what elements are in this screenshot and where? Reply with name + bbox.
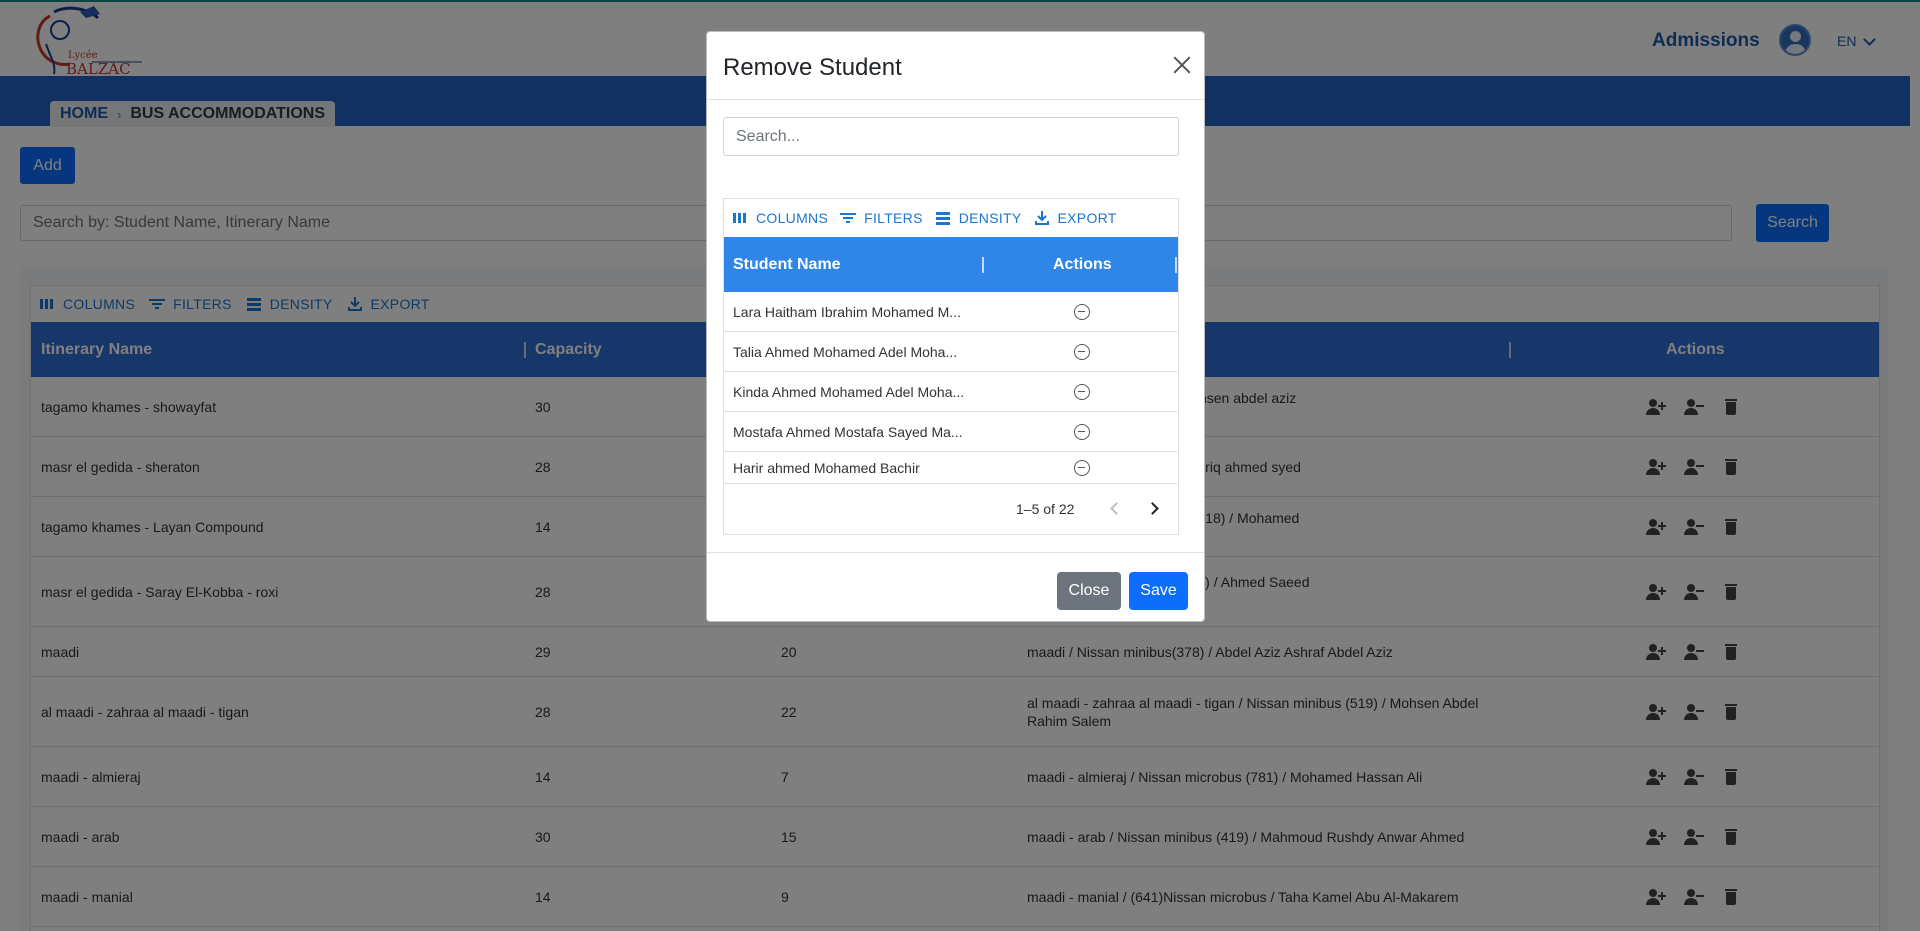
student-grid: COLUMNS FILTERS DENSITY EXPORT Student N… <box>723 198 1179 535</box>
remove-student-dialog: Remove Student Search... COLUMNS FILTERS… <box>706 31 1205 622</box>
filter-icon <box>840 213 857 223</box>
student-name-cell: Harir ahmed Mohamed Bachir <box>733 459 920 476</box>
student-name-cell: Kinda Ahmed Mohamed Adel Moha... <box>733 383 965 400</box>
dialog-header: Remove Student <box>707 32 1204 100</box>
pagination-text: 1–5 of 22 <box>1016 501 1075 517</box>
student-row[interactable]: Harir ahmed Mohamed Bachir <box>724 452 1178 483</box>
column-separator[interactable] <box>982 257 984 273</box>
save-button[interactable]: Save <box>1129 572 1188 610</box>
student-grid-header: Student Name Actions <box>724 237 1178 292</box>
remove-circle-icon[interactable] <box>1074 423 1090 440</box>
column-header-actions: Actions <box>1053 255 1112 273</box>
student-row[interactable]: Mostafa Ahmed Mostafa Sayed Ma... <box>724 412 1178 452</box>
chevron-right-icon[interactable] <box>1146 502 1159 515</box>
column-header-student-name[interactable]: Student Name <box>733 237 841 292</box>
remove-circle-icon[interactable] <box>1074 383 1090 400</box>
download-icon <box>1034 211 1049 225</box>
student-name-cell: Mostafa Ahmed Mostafa Sayed Ma... <box>733 423 963 440</box>
student-row[interactable]: Talia Ahmed Mohamed Adel Moha... <box>724 332 1178 372</box>
remove-circle-icon[interactable] <box>1074 459 1090 476</box>
student-row[interactable]: Lara Haitham Ibrahim Mohamed M... <box>724 292 1178 332</box>
close-icon[interactable] <box>1171 54 1193 76</box>
student-row[interactable]: Kinda Ahmed Mohamed Adel Moha... <box>724 372 1178 412</box>
density-icon <box>935 212 950 225</box>
dialog-title: Remove Student <box>723 54 902 81</box>
close-button[interactable]: Close <box>1057 572 1121 610</box>
remove-circle-icon[interactable] <box>1074 343 1090 360</box>
student-grid-toolbar: COLUMNS FILTERS DENSITY EXPORT <box>724 199 1178 237</box>
student-name-cell: Lara Haitham Ibrahim Mohamed M... <box>733 303 961 320</box>
columns-button[interactable]: COLUMNS <box>732 210 828 226</box>
column-separator[interactable] <box>1175 257 1177 273</box>
dialog-footer: Close Save <box>707 552 1204 621</box>
columns-icon <box>733 213 746 223</box>
export-button[interactable]: EXPORT <box>1034 210 1117 226</box>
chevron-left-icon[interactable] <box>1110 502 1123 515</box>
remove-circle-icon[interactable] <box>1074 303 1090 320</box>
filters-button[interactable]: FILTERS <box>840 210 923 226</box>
pagination-footer: 1–5 of 22 <box>724 483 1178 535</box>
density-button[interactable]: DENSITY <box>935 210 1022 226</box>
student-search-input[interactable]: Search... <box>723 117 1179 156</box>
student-name-cell: Talia Ahmed Mohamed Adel Moha... <box>733 343 958 360</box>
